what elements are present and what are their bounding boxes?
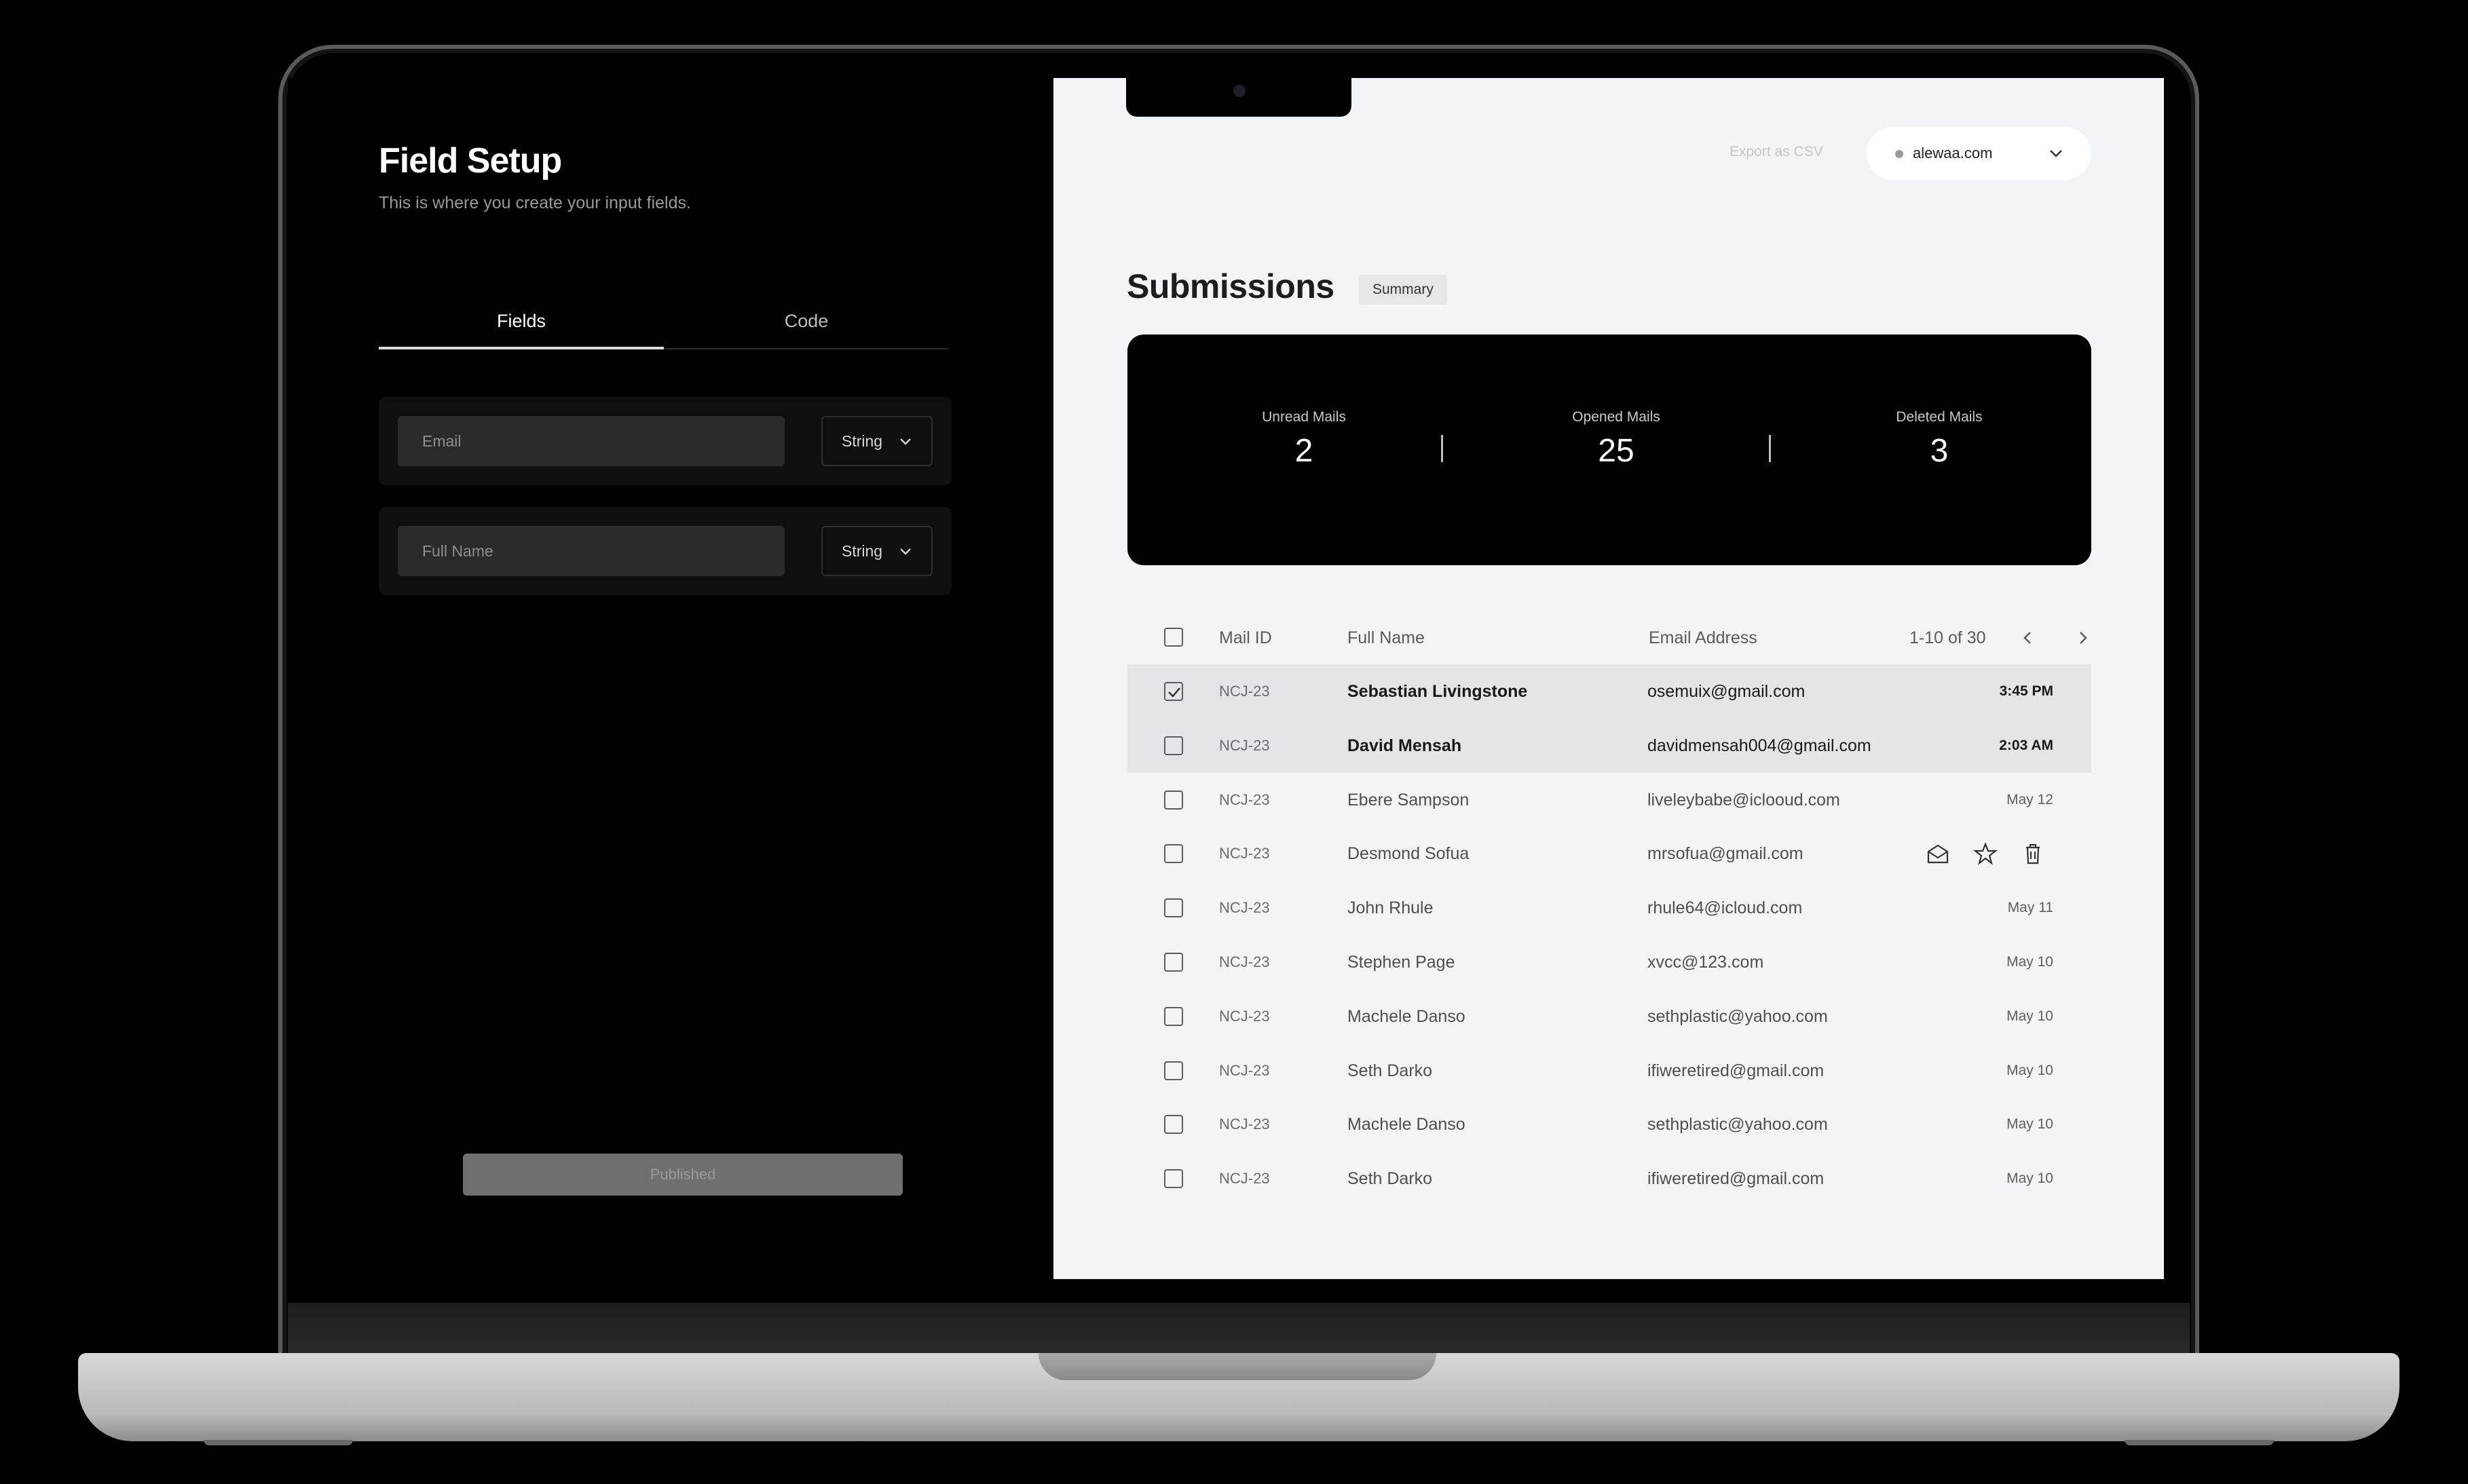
stat-label: Deleted Mails	[1896, 409, 1983, 425]
chevron-left-icon[interactable]	[2021, 630, 2034, 646]
table-row[interactable]: NCJ-23 Sebastian Livingstone osemuix@gmail…	[1127, 664, 2091, 719]
stat-divider	[1441, 435, 1443, 462]
camera-icon	[1233, 85, 1246, 97]
table-row[interactable]: NCJ-23 David Mensah davidmensah004@gmail.c…	[1127, 719, 2091, 773]
email-cell: ifiweretired@gmail.com	[1647, 1169, 1825, 1188]
domain-label: alewaa.com	[1913, 145, 1993, 161]
email-cell: davidmensah004@gmail.com	[1647, 736, 1871, 755]
trash-icon[interactable]	[2021, 841, 2045, 866]
mail-id-cell: NCJ-23	[1219, 1170, 1270, 1187]
stat-label: Unread Mails	[1262, 409, 1346, 425]
full-name-cell: Desmond Sofua	[1347, 844, 1470, 863]
time-cell: May 10	[2006, 1171, 2053, 1186]
row-checkbox[interactable]	[1164, 1007, 1183, 1026]
time-cell: 2:03 AM	[1999, 738, 2053, 753]
checkmark-icon	[1168, 687, 1180, 698]
email-cell: osemuix@gmail.com	[1647, 682, 1806, 701]
row-checkbox[interactable]	[1164, 791, 1183, 810]
table-row[interactable]: NCJ-23 Ebere Sampson liveleybabe@iclooud.c…	[1127, 773, 2091, 827]
camera-notch	[1126, 78, 1351, 117]
pagination-range: 1-10 of 30	[1909, 628, 1986, 647]
row-actions	[1926, 841, 2061, 866]
column-email: Email Address	[1649, 628, 1757, 647]
time-cell: May 10	[2006, 1116, 2053, 1132]
laptop-foot-left	[204, 1440, 353, 1445]
mail-id-cell: NCJ-23	[1219, 1008, 1270, 1025]
domain-select[interactable]: alewaa.com	[1867, 127, 2091, 180]
submissions-title: Submissions	[1127, 267, 1334, 305]
time-cell: May 10	[2006, 1063, 2053, 1078]
stat-deleted: Deleted Mails 3	[1837, 409, 2041, 470]
stat-value: 25	[1598, 433, 1634, 469]
mail-id-cell: NCJ-23	[1219, 791, 1270, 808]
full-name-cell: Machele Danso	[1347, 1007, 1465, 1026]
export-csv-link[interactable]: Export as CSV	[1730, 144, 1823, 160]
table-row[interactable]: NCJ-23 Seth Darko ifiweretired@gmail.com Ma…	[1127, 1044, 2091, 1098]
mail-stats-card: Unread Mails 2 Opened Mails 25 Deleted M…	[1127, 335, 2091, 565]
email-cell: sethplastic@yahoo.com	[1647, 1115, 1828, 1134]
chevron-right-icon[interactable]	[2076, 630, 2090, 646]
full-name-cell: David Mensah	[1347, 736, 1462, 755]
full-name-cell: Seth Darko	[1347, 1169, 1433, 1188]
row-checkbox[interactable]	[1164, 682, 1183, 701]
time-cell: May 10	[2006, 1008, 2053, 1024]
mail-id-cell: NCJ-23	[1219, 953, 1270, 970]
row-checkbox[interactable]	[1164, 1169, 1183, 1188]
email-cell: ifiweretired@gmail.com	[1647, 1061, 1825, 1080]
column-mail-id: Mail ID	[1219, 628, 1272, 647]
full-name-cell: Stephen Page	[1347, 953, 1455, 972]
laptop-base-notch	[1039, 1353, 1436, 1380]
star-icon[interactable]	[1973, 841, 1998, 866]
email-cell: liveleybabe@iclooud.com	[1647, 791, 1840, 810]
time-cell: May 10	[2006, 954, 2053, 970]
full-name-cell: John Rhule	[1347, 898, 1434, 917]
row-checkbox[interactable]	[1164, 953, 1183, 972]
full-name-cell: Seth Darko	[1347, 1061, 1433, 1080]
table-row[interactable]: NCJ-23 Machele Danso sethplastic@yahoo.com…	[1127, 989, 2091, 1044]
full-name-cell: Machele Danso	[1347, 1115, 1465, 1134]
full-name-cell: Sebastian Livingstone	[1347, 682, 1528, 701]
mail-id-cell: NCJ-23	[1219, 737, 1270, 754]
stat-divider	[1769, 435, 1771, 462]
stat-unread: Unread Mails 2	[1202, 409, 1406, 470]
mail-id-cell: NCJ-23	[1219, 1116, 1270, 1133]
chevron-down-icon	[2050, 150, 2062, 157]
mail-id-cell: NCJ-23	[1219, 899, 1270, 916]
table-row[interactable]: NCJ-23 Desmond Sofua mrsofua@gmail.com	[1127, 826, 2091, 881]
row-checkbox[interactable]	[1164, 898, 1183, 917]
stat-opened: Opened Mails 25	[1514, 409, 1718, 470]
summary-badge[interactable]: Summary	[1359, 275, 1447, 305]
laptop-foot-right	[2125, 1440, 2274, 1445]
stat-value: 2	[1294, 433, 1313, 469]
email-cell: xvcc@123.com	[1647, 953, 1764, 972]
mail-id-cell: NCJ-23	[1219, 683, 1270, 700]
full-name-cell: Ebere Sampson	[1347, 791, 1470, 810]
table-row[interactable]: NCJ-23 Machele Danso sethplastic@yahoo.com…	[1127, 1097, 2091, 1152]
time-cell: May 11	[2007, 900, 2053, 915]
row-checkbox[interactable]	[1164, 844, 1183, 863]
laptop-chin	[288, 1303, 2190, 1357]
row-checkbox[interactable]	[1164, 736, 1183, 755]
table-row[interactable]: NCJ-23 Stephen Page xvcc@123.com May 10	[1127, 935, 2091, 989]
mail-open-icon[interactable]	[1926, 841, 1950, 866]
email-cell: mrsofua@gmail.com	[1647, 844, 1803, 863]
row-checkbox[interactable]	[1164, 1061, 1183, 1080]
time-cell: May 12	[2006, 792, 2053, 807]
email-cell: rhule64@icloud.com	[1647, 898, 1803, 917]
email-cell: sethplastic@yahoo.com	[1647, 1007, 1828, 1026]
table-row[interactable]: NCJ-23 Seth Darko ifiweretired@gmail.com Ma…	[1127, 1152, 2091, 1206]
time-cell: 3:45 PM	[1999, 683, 2053, 699]
stat-label: Opened Mails	[1572, 409, 1660, 425]
select-all-checkbox[interactable]	[1164, 628, 1183, 647]
column-full-name: Full Name	[1347, 628, 1425, 647]
stat-value: 3	[1930, 433, 1949, 469]
table-header: Mail ID Full Name Email Address 1-10 of …	[1127, 614, 2091, 662]
table-row[interactable]: NCJ-23 John Rhule rhule64@icloud.com May 11	[1127, 881, 2091, 935]
mail-id-cell: NCJ-23	[1219, 1062, 1270, 1079]
status-dot	[1895, 150, 1903, 158]
row-checkbox[interactable]	[1164, 1115, 1183, 1134]
mail-id-cell: NCJ-23	[1219, 845, 1270, 862]
